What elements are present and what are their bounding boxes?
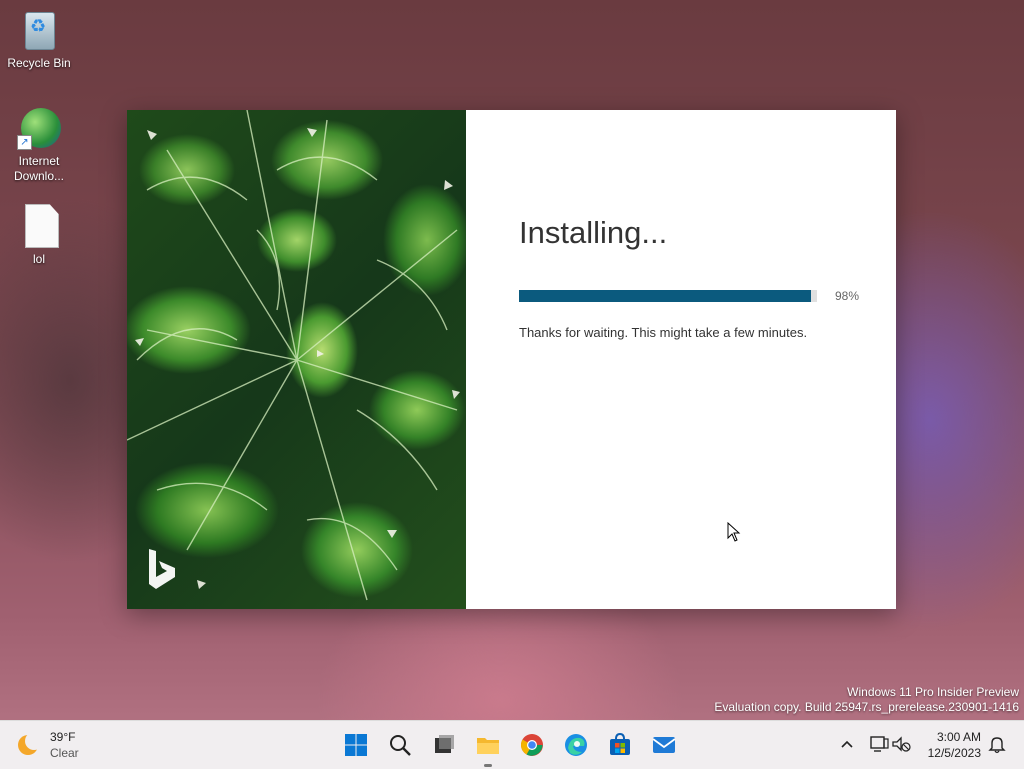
taskbar-apps (340, 729, 680, 767)
install-status-message: Thanks for waiting. This might take a fe… (519, 325, 808, 340)
volume-muted-icon (892, 736, 911, 752)
clock-time: 3:00 AM (936, 730, 981, 744)
notifications-button[interactable] (986, 733, 1008, 755)
show-hidden-icons-button[interactable] (836, 733, 858, 755)
mail-button[interactable] (648, 729, 680, 761)
desktop-icon-recycle-bin[interactable]: Recycle Bin (1, 8, 77, 71)
moon-icon (18, 732, 43, 755)
microsoft-store-icon (610, 733, 630, 755)
shortcut-arrow-icon: ↗ (17, 135, 32, 150)
installer-content: Installing... 98% Thanks for waiting. Th… (466, 110, 896, 609)
install-status-title: Installing... (519, 215, 668, 250)
edge-button[interactable] (560, 729, 592, 761)
volume-button[interactable] (890, 733, 912, 755)
system-tray: 3:00 AM 12/5/2023 (824, 721, 1024, 769)
edge-icon (565, 734, 587, 756)
bing-logo-icon (149, 549, 175, 589)
recycle-bin-icon (17, 8, 61, 52)
file-icon (17, 204, 61, 248)
taskbar-clock[interactable]: 3:00 AM 12/5/2023 (928, 729, 981, 761)
start-button[interactable] (340, 729, 372, 761)
taskbar: 39°F Clear 3:00 AM 12/5/2023 (0, 720, 1024, 769)
mouse-cursor-icon (727, 522, 741, 542)
installer-window: Installing... 98% Thanks for waiting. Th… (127, 110, 896, 609)
desktop-icon-lol[interactable]: lol (1, 204, 77, 267)
install-progress-percent: 98% (835, 289, 860, 303)
watermark-build: Evaluation copy. Build 25947.rs_prerelea… (714, 700, 1019, 714)
start-icon (345, 734, 367, 756)
desktop-icon-label: Internet Downlo... (13, 154, 65, 183)
desktop-icon-internet-download-manager[interactable]: ↗ Internet Downlo... (1, 106, 77, 184)
weather-temperature: 39°F (50, 730, 76, 744)
clock-date: 12/5/2023 (927, 746, 981, 760)
file-explorer-button[interactable] (472, 729, 504, 767)
watermark-edition: Windows 11 Pro Insider Preview (847, 685, 1019, 699)
chevron-up-icon (841, 740, 853, 748)
bell-icon (988, 737, 1006, 754)
mail-icon (652, 737, 676, 753)
network-button[interactable] (868, 733, 890, 755)
search-icon (390, 735, 411, 756)
install-progress-bar (519, 290, 817, 302)
desktop-icon-label: Recycle Bin (7, 56, 71, 70)
succulent-leaf-veins (127, 110, 460, 601)
desktop-icon-label: lol (32, 252, 45, 266)
install-progress-fill (519, 290, 812, 302)
task-view-icon (435, 735, 454, 753)
chrome-button[interactable] (516, 729, 548, 761)
file-explorer-icon (477, 738, 499, 754)
microsoft-store-button[interactable] (604, 729, 636, 761)
chrome-icon (521, 734, 543, 756)
search-button[interactable] (384, 729, 416, 761)
windows-evaluation-watermark: Windows 11 Pro Insider Preview Evaluatio… (714, 685, 1019, 715)
internet-download-manager-icon: ↗ (17, 106, 61, 150)
task-view-button[interactable] (428, 729, 460, 761)
weather-condition: Clear (50, 746, 79, 760)
network-icon (870, 736, 889, 752)
hero-image (127, 110, 466, 609)
